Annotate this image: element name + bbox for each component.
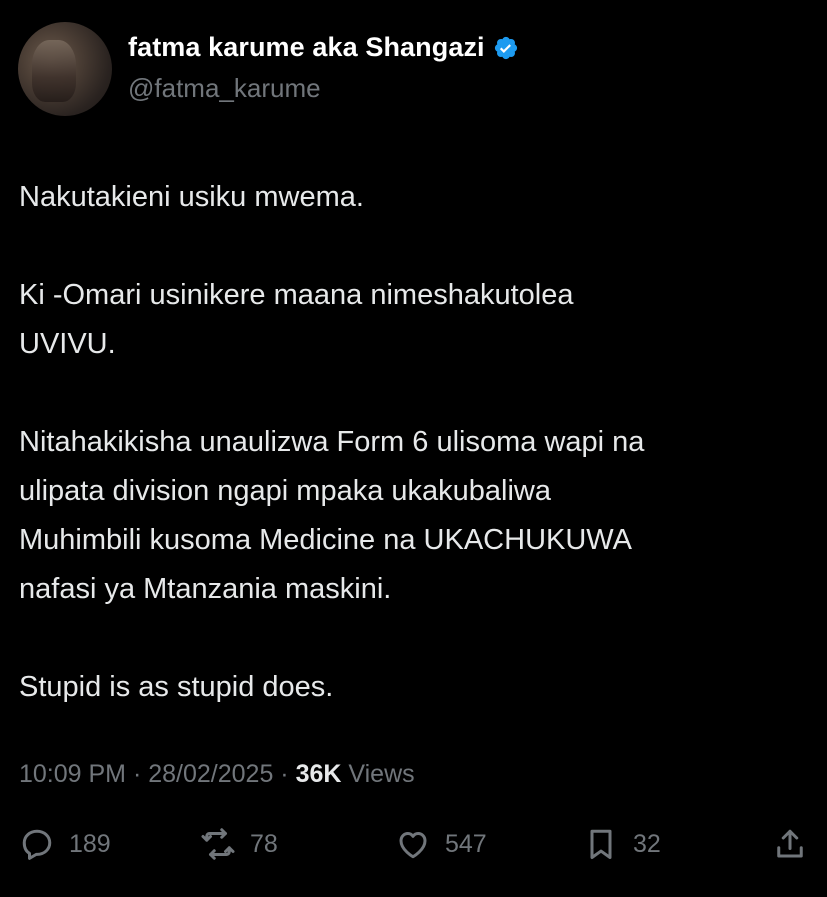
like-button[interactable]: 547 xyxy=(395,826,487,862)
repost-icon xyxy=(201,828,235,860)
repost-count: 78 xyxy=(250,829,278,858)
action-bar: 189 78 547 32 xyxy=(0,826,827,872)
tweet-meta: 10:09 PM · 28/02/2025 · 36K Views xyxy=(19,760,415,789)
bookmark-count: 32 xyxy=(633,829,661,858)
reply-icon xyxy=(22,829,52,860)
meta-separator: · xyxy=(273,760,296,788)
tweet-line: UVIVU. xyxy=(19,328,116,360)
reply-count: 189 xyxy=(69,829,111,858)
share-button[interactable] xyxy=(772,826,808,862)
author-handle[interactable]: @fatma_karume xyxy=(128,73,321,104)
reply-button[interactable]: 189 xyxy=(19,826,111,862)
tweet-line: nafasi ya Mtanzania maskini. xyxy=(19,573,392,605)
share-icon xyxy=(777,829,803,858)
author-name-row: fatma karume aka Shangazi xyxy=(128,32,519,63)
like-count: 547 xyxy=(445,829,487,858)
views-label: Views xyxy=(341,760,415,788)
avatar-image xyxy=(32,40,76,102)
tweet-line: Muhimbili kusoma Medicine na UKACHUKUWA xyxy=(19,524,632,556)
meta-separator: · xyxy=(126,760,149,788)
tweet-line: Nakutakieni usiku mwema. xyxy=(19,181,364,213)
tweet-time[interactable]: 10:09 PM xyxy=(19,760,126,788)
heart-icon xyxy=(399,832,427,859)
repost-button[interactable]: 78 xyxy=(200,826,278,862)
tweet-line: Stupid is as stupid does. xyxy=(19,671,334,703)
avatar[interactable] xyxy=(18,22,112,116)
tweet-line: Ki -Omari usinikere maana nimeshakutolea xyxy=(19,279,574,311)
author-display-name[interactable]: fatma karume aka Shangazi xyxy=(128,32,485,63)
verified-badge-icon[interactable] xyxy=(493,35,519,61)
views-count[interactable]: 36K xyxy=(296,760,342,788)
tweet-date[interactable]: 28/02/2025 xyxy=(148,760,273,788)
bookmark-button[interactable]: 32 xyxy=(583,826,661,862)
tweet-text: Nakutakieni usiku mwema. Ki -Omari usini… xyxy=(19,173,809,712)
tweet-line: Nitahakikisha unaulizwa Form 6 ulisoma w… xyxy=(19,426,645,458)
tweet-line: ulipata division ngapi mpaka ukakubaliwa xyxy=(19,475,551,507)
bookmark-icon xyxy=(590,829,612,859)
